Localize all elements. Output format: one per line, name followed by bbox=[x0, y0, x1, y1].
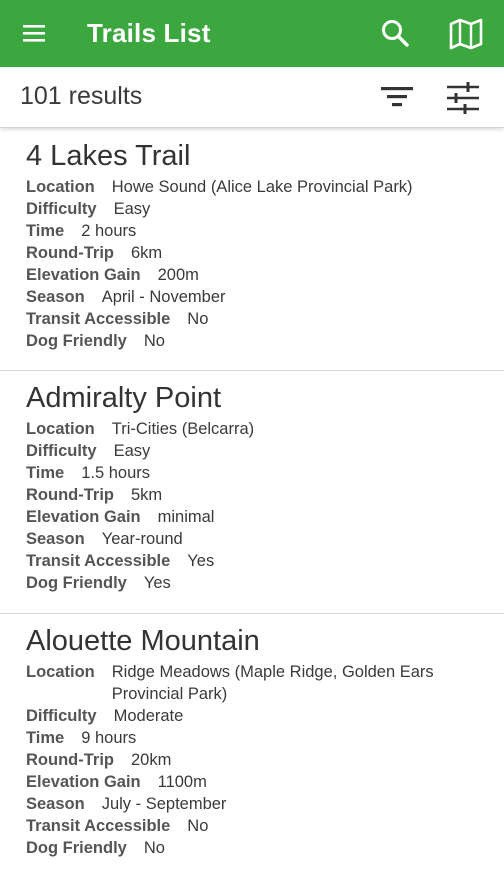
elevation-value: 200m bbox=[157, 266, 199, 284]
field-label: Round-Trip bbox=[26, 486, 114, 504]
elevation-row: Elevation Gain 200m bbox=[26, 264, 478, 286]
map-icon[interactable] bbox=[447, 16, 485, 52]
season-value: Year-round bbox=[101, 530, 183, 548]
search-icon[interactable] bbox=[378, 16, 414, 52]
trail-name: 4 Lakes Trail bbox=[26, 140, 191, 172]
location-row: Location Tri-Cities (Belcarra) bbox=[26, 418, 478, 440]
field-label: Round-Trip bbox=[26, 244, 114, 262]
location-row: Location Howe Sound (Alice Lake Provincia… bbox=[26, 176, 478, 198]
field-label: Season bbox=[26, 530, 85, 548]
trail-card[interactable]: Admiralty Point Location Tri-Cities (Belc… bbox=[0, 371, 504, 614]
difficulty-row: Difficulty Moderate bbox=[26, 705, 478, 727]
field-label: Elevation Gain bbox=[26, 508, 141, 526]
difficulty-row: Difficulty Easy bbox=[26, 198, 478, 220]
location-row: Location Ridge Meadows (Maple Ridge, Gold… bbox=[26, 661, 478, 705]
location-value: Ridge Meadows (Maple Ridge, Golden Ears … bbox=[111, 663, 434, 703]
field-label: Transit Accessible bbox=[26, 310, 171, 328]
round-trip-row: Round-Trip 6km bbox=[26, 242, 478, 264]
field-label: Location bbox=[26, 178, 95, 196]
field-label: Elevation Gain bbox=[26, 773, 141, 791]
filter-icon[interactable] bbox=[378, 81, 416, 115]
round-trip-row: Round-Trip 5km bbox=[26, 484, 478, 506]
trails-list: 4 Lakes Trail Location Howe Sound (Alice … bbox=[0, 129, 504, 874]
field-label: Location bbox=[26, 420, 95, 438]
field-label: Location bbox=[26, 663, 95, 681]
round-trip-value: 5km bbox=[130, 486, 163, 504]
elevation-row: Elevation Gain minimal bbox=[26, 506, 478, 528]
field-label: Season bbox=[26, 795, 85, 813]
dog-row: Dog Friendly No bbox=[26, 837, 478, 859]
results-bar: 101 results bbox=[0, 67, 504, 128]
tune-icon[interactable] bbox=[444, 79, 482, 117]
season-value: July - September bbox=[101, 795, 227, 813]
field-label: Transit Accessible bbox=[26, 552, 171, 570]
field-label: Dog Friendly bbox=[26, 332, 127, 350]
results-count: 101 results bbox=[20, 82, 143, 110]
transit-value: No bbox=[187, 310, 209, 328]
field-label: Time bbox=[26, 464, 65, 482]
trail-name: Admiralty Point bbox=[26, 382, 222, 414]
dog-value: No bbox=[143, 332, 165, 350]
time-value: 9 hours bbox=[81, 729, 137, 747]
dog-row: Dog Friendly No bbox=[26, 330, 478, 352]
app-bar: Trails List bbox=[0, 0, 504, 67]
time-row: Time 1.5 hours bbox=[26, 462, 478, 484]
transit-value: Yes bbox=[187, 552, 215, 570]
field-label: Season bbox=[26, 288, 85, 306]
season-value: April - November bbox=[101, 288, 226, 306]
season-row: Season Year-round bbox=[26, 528, 478, 550]
transit-row: Transit Accessible No bbox=[26, 815, 478, 837]
page-title: Trails List bbox=[87, 18, 211, 48]
time-value: 1.5 hours bbox=[81, 464, 151, 482]
elevation-value: minimal bbox=[157, 508, 215, 526]
transit-row: Transit Accessible Yes bbox=[26, 550, 478, 572]
time-row: Time 2 hours bbox=[26, 220, 478, 242]
difficulty-row: Difficulty Easy bbox=[26, 440, 478, 462]
menu-icon[interactable] bbox=[20, 20, 54, 48]
field-label: Round-Trip bbox=[26, 751, 114, 769]
field-label: Difficulty bbox=[26, 707, 97, 725]
elevation-row: Elevation Gain 1100m bbox=[26, 771, 478, 793]
field-label: Difficulty bbox=[26, 200, 97, 218]
trail-card[interactable]: 4 Lakes Trail Location Howe Sound (Alice … bbox=[0, 129, 504, 371]
round-trip-value: 6km bbox=[130, 244, 163, 262]
field-label: Time bbox=[26, 729, 65, 747]
difficulty-value: Moderate bbox=[113, 707, 184, 725]
trail-name: Alouette Mountain bbox=[26, 625, 260, 657]
difficulty-value: Easy bbox=[113, 200, 151, 218]
transit-row: Transit Accessible No bbox=[26, 308, 478, 330]
season-row: Season April - November bbox=[26, 286, 478, 308]
transit-value: No bbox=[187, 817, 209, 835]
time-value: 2 hours bbox=[81, 222, 137, 240]
dog-value: Yes bbox=[143, 574, 171, 592]
field-label: Dog Friendly bbox=[26, 839, 127, 857]
field-label: Transit Accessible bbox=[26, 817, 171, 835]
location-value: Howe Sound (Alice Lake Provincial Park) bbox=[111, 178, 413, 196]
trail-card[interactable]: Alouette Mountain Location Ridge Meadows … bbox=[0, 614, 504, 874]
time-row: Time 9 hours bbox=[26, 727, 478, 749]
dog-value: No bbox=[143, 839, 165, 857]
field-label: Dog Friendly bbox=[26, 574, 127, 592]
location-value: Tri-Cities (Belcarra) bbox=[111, 420, 255, 438]
field-label: Difficulty bbox=[26, 442, 97, 460]
round-trip-row: Round-Trip 20km bbox=[26, 749, 478, 771]
dog-row: Dog Friendly Yes bbox=[26, 572, 478, 594]
field-label: Time bbox=[26, 222, 65, 240]
elevation-value: 1100m bbox=[157, 773, 207, 791]
round-trip-value: 20km bbox=[130, 751, 172, 769]
season-row: Season July - September bbox=[26, 793, 478, 815]
difficulty-value: Easy bbox=[113, 442, 151, 460]
field-label: Elevation Gain bbox=[26, 266, 141, 284]
